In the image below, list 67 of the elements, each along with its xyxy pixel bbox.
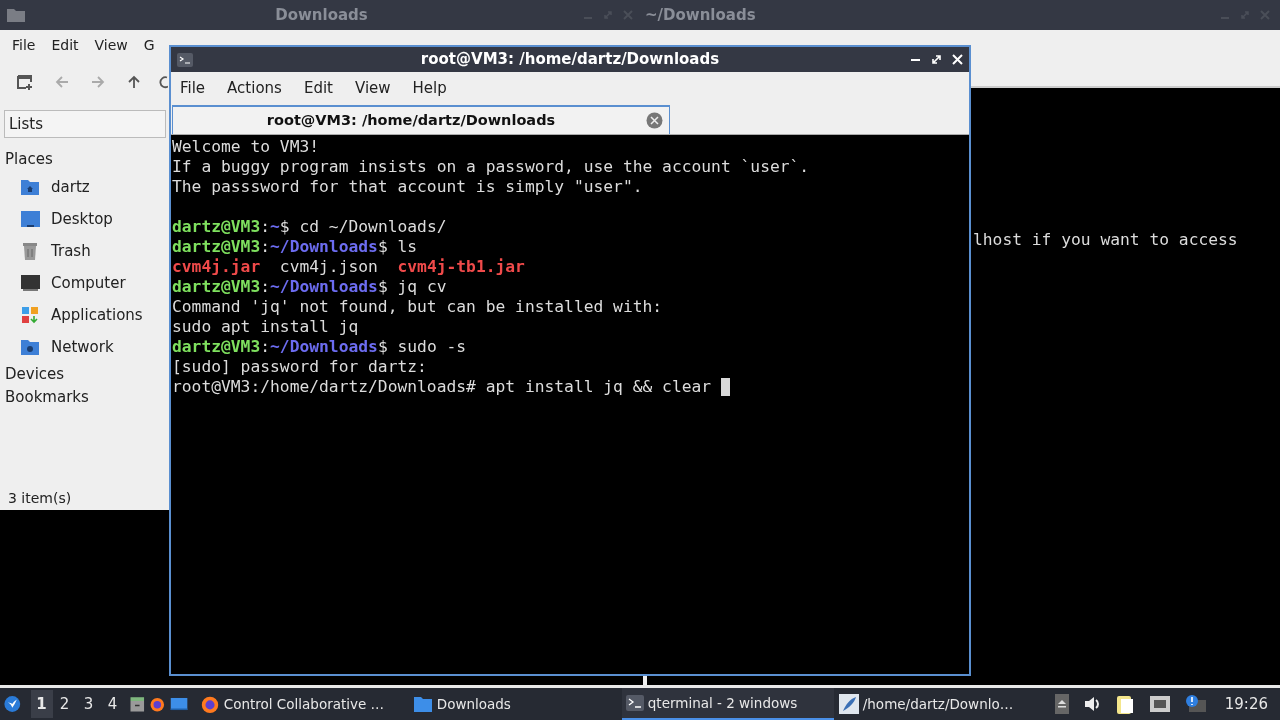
workspace-button[interactable]: 4 [100,690,125,718]
taskbar-button[interactable]: Control Collaborative … [195,688,408,720]
terminal-line: If a buggy program insists on a password, use the account `user`. [172,157,811,177]
taskbar-button[interactable]: qterminal - 2 windows [621,688,834,720]
start-menu-icon[interactable] [4,693,21,715]
sidebar-item[interactable]: Network [5,331,165,363]
network-folder-icon [20,338,40,356]
tab[interactable]: root@VM3: /home/dartz/Downloads [172,105,670,134]
menu-item[interactable]: G [143,34,155,56]
terminal-line: dartz@VM3:~/Downloads$ jq cv [172,277,448,297]
window-title: Downloads [274,4,369,26]
applications-icon [20,305,40,325]
menu-item[interactable]: Actions [227,77,282,100]
terminal-line: dartz@VM3:~/Downloads$ ls [172,237,419,257]
section-header[interactable]: Devices [5,363,165,386]
trash-icon [20,241,40,261]
terminal-icon [177,52,193,67]
terminal-line: cvm4j.jar cvm4j.json cvm4j-tb1.jar [172,257,526,277]
workspace-button[interactable]: 1 [30,690,53,718]
terminal-line: sudo apt install jq [172,317,360,337]
terminal-line: Welcome to VM3! [172,137,321,157]
window-title: root@VM3: /home/dartz/Downloads [419,49,721,71]
terminal-line: Command 'jq' not found, but can be installed with: [172,297,664,317]
menu-item[interactable]: File [12,34,36,56]
sidebar-item[interactable]: Desktop [5,203,165,235]
menu-item[interactable]: File [180,77,206,100]
eject-icon[interactable] [1054,694,1069,714]
menu-item[interactable]: Help [412,77,447,100]
section-header[interactable]: Bookmarks [5,386,165,409]
clipboard-icon[interactable] [1114,693,1135,715]
section-header[interactable]: Places [5,148,165,171]
network-icon[interactable] [1148,695,1171,713]
clock: 19:26 [1224,693,1268,715]
folder-icon [412,695,433,713]
status-text: 3 item(s) [8,488,72,508]
volume-icon[interactable] [1082,695,1101,713]
menu-item[interactable]: Edit [51,34,79,56]
computer-icon [20,274,40,292]
terminal-output: lhost if you want to access [973,230,1238,249]
terminal-line: The passsword for that account is simply "user". [172,177,644,197]
menu-item[interactable]: View [354,77,391,100]
workspace-button[interactable]: 3 [76,690,101,718]
sidebar-item[interactable]: Applications [5,299,165,331]
taskbar-button[interactable]: Downloads [408,688,621,720]
folder-icon [6,7,26,23]
browser-icon [199,694,220,714]
terminal-line: root@VM3:/home/dartz/Downloads# apt install jq && clear [172,377,969,397]
sidebar-item[interactable]: Trash [5,235,165,267]
feather-icon [838,694,859,714]
home-folder-icon [20,178,40,196]
terminal-icon [625,695,644,711]
close-tab-icon[interactable] [646,112,663,129]
taskbar-button[interactable]: /home/dartz/Downlo… [834,688,1047,720]
notification-icon[interactable] [1184,694,1207,714]
menu-item[interactable]: View [94,34,128,56]
menu-item[interactable]: Edit [303,77,333,100]
terminal-line: dartz@VM3:~$ cd ~/Downloads/ [172,217,448,237]
workspace-button[interactable]: 2 [52,690,77,718]
terminal-line: [sudo] password for dartz: [172,357,428,377]
up-arrow-icon[interactable] [126,74,142,90]
desktop-icon [20,210,40,228]
sidebar-item[interactable]: Computer [5,267,165,299]
side-pane-dropdown[interactable]: Lists [4,110,166,138]
terminal-line: dartz@VM3:~/Downloads$ sudo -s [172,337,468,357]
new-tab-icon[interactable] [16,73,34,91]
sidebar-item[interactable]: dartz [5,171,165,203]
window-title: ~/Downloads [645,4,756,26]
